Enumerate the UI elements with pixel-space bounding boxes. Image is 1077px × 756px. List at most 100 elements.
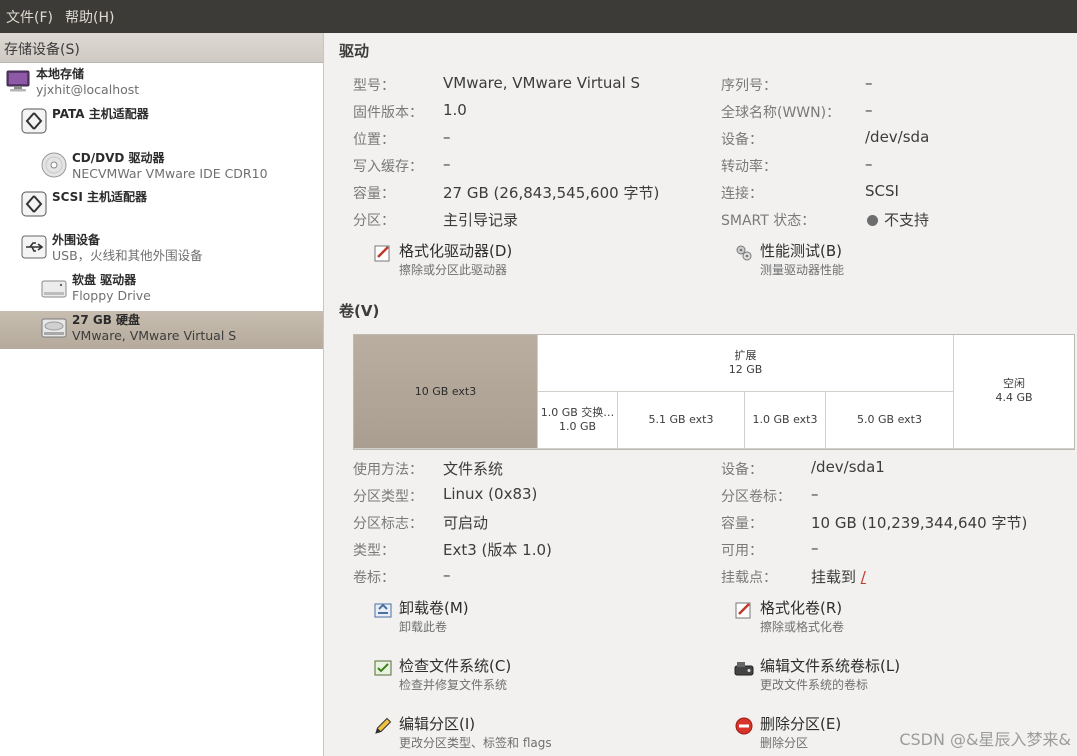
- action-title: 编辑文件系统卷标(L): [760, 657, 901, 675]
- action-title: 编辑分区(I): [399, 715, 476, 733]
- action-desc: 卸载此卷: [399, 620, 448, 634]
- drive-value: –: [443, 155, 451, 173]
- drive-value: VMware, VMware Virtual S: [443, 74, 641, 92]
- drive-label: 写入缓存：: [353, 159, 423, 175]
- benchmark-button[interactable]: 性能测试(B) 测量驱动器性能: [734, 242, 844, 278]
- edit-filesystem-label-button[interactable]: 编辑文件系统卷标(L) 更改文件系统的卷标: [734, 657, 900, 693]
- segment-size: 4.4 GB: [995, 391, 1033, 404]
- action-title: 删除分区(E): [760, 715, 842, 733]
- check-filesystem-button[interactable]: 检查文件系统(C) 检查并修复文件系统: [373, 657, 511, 693]
- sidebar-item-title: 软盘 驱动器: [72, 273, 137, 287]
- volume-segment-sda8[interactable]: 5.0 GB ext3: [826, 392, 954, 449]
- action-title: 格式化卷(R): [760, 599, 843, 617]
- adapter-icon: [21, 108, 47, 134]
- sidebar-item-peripherals[interactable]: 外围设备 USB，火线和其他外围设备: [0, 233, 323, 267]
- segment-size: 12 GB: [728, 363, 763, 376]
- format-drive-button[interactable]: 格式化驱动器(D) 擦除或分区此驱动器: [373, 242, 512, 278]
- drive-label: 型号：: [353, 78, 395, 94]
- volume-value: /dev/sda1: [811, 458, 885, 476]
- volume-label: 设备：: [721, 462, 763, 478]
- volume-label: 使用方法：: [353, 462, 423, 478]
- action-desc: 擦除或分区此驱动器: [399, 263, 508, 277]
- segment-label: 空闲: [1003, 377, 1025, 390]
- volume-label: 类型：: [353, 543, 395, 559]
- mount-point-text: 挂载到: [811, 568, 857, 586]
- drive-value: –: [865, 155, 873, 173]
- drive-value: –: [865, 74, 873, 92]
- volume-value: Ext3 (版本 1.0): [443, 541, 552, 559]
- segment-label: 1.0 GB 交换…: [540, 406, 615, 419]
- volume-label: 分区标志：: [353, 516, 423, 532]
- volume-segment-sda7[interactable]: 1.0 GB ext3: [745, 392, 826, 449]
- storage-sidebar: 存储设备(S) 本地存储 yjxhit@localhost PATA 主机适配器: [0, 33, 324, 756]
- drive-value: 27 GB (26,843,545,600 字节): [443, 184, 660, 202]
- action-title: 格式化驱动器(D): [399, 242, 513, 260]
- action-desc: 检查并修复文件系统: [399, 678, 508, 692]
- format-volume-button[interactable]: 格式化卷(R) 擦除或格式化卷: [734, 599, 844, 635]
- drive-value: –: [443, 128, 451, 146]
- usb-icon: [21, 235, 47, 259]
- action-title: 检查文件系统(C): [399, 657, 512, 675]
- action-desc: 测量驱动器性能: [760, 263, 845, 277]
- sidebar-item-local-storage[interactable]: 本地存储 yjxhit@localhost: [0, 67, 323, 99]
- delete-icon: [735, 717, 753, 735]
- segment-label: 1.0 GB ext3: [752, 413, 818, 426]
- drive-section-title: 驱动: [339, 42, 370, 60]
- unmount-volume-button[interactable]: 卸载卷(M) 卸载此卷: [373, 599, 469, 635]
- volume-label: 挂载点：: [721, 570, 777, 586]
- volume-label: 分区卷标：: [721, 489, 791, 505]
- volume-value: 文件系统: [443, 460, 504, 478]
- volume-label: 容量：: [721, 516, 763, 532]
- action-title: 性能测试(B): [760, 242, 842, 260]
- drive-label: 固件版本：: [353, 105, 423, 121]
- benchmark-icon: [736, 245, 752, 261]
- sidebar-header: 存储设备(S): [0, 33, 323, 63]
- segment-label: 扩展: [734, 349, 757, 362]
- drive-label: 分区：: [353, 213, 395, 229]
- menu-help[interactable]: 帮助(H): [65, 7, 114, 27]
- unmount-icon: [374, 603, 392, 618]
- sidebar-item-subtitle: VMware, VMware Virtual S: [72, 328, 237, 343]
- delete-partition-button[interactable]: 删除分区(E) 删除分区: [734, 715, 841, 751]
- volume-value: –: [811, 539, 819, 557]
- check-filesystem-icon: [374, 660, 392, 676]
- sidebar-item-title: SCSI 主机适配器: [52, 190, 147, 204]
- sidebar-item-subtitle: Floppy Drive: [72, 288, 151, 303]
- volume-segment-extended[interactable]: 扩展 12 GB: [538, 335, 954, 392]
- drive-value: 主引导记录: [443, 211, 519, 229]
- sidebar-item-cdrom[interactable]: CD/DVD 驱动器 NECVMWar VMware IDE CDR10: [0, 151, 323, 185]
- drive-label: 转动率：: [721, 159, 777, 175]
- volume-value: 可启动: [443, 514, 489, 532]
- sidebar-item-title: PATA 主机适配器: [52, 107, 149, 121]
- format-icon: [735, 602, 751, 619]
- volume-segment-free[interactable]: 空闲 4.4 GB: [954, 335, 1074, 449]
- optical-disc-icon: [41, 152, 67, 178]
- volume-segment-sda1[interactable]: 10 GB ext3: [354, 335, 538, 449]
- drive-value: 1.0: [443, 101, 467, 119]
- menubar: 文件(F) 帮助(H): [0, 0, 1077, 33]
- volume-value: –: [811, 485, 819, 503]
- sidebar-item-hard-disk[interactable]: 27 GB 硬盘 VMware, VMware Virtual S: [0, 311, 323, 349]
- sidebar-item-pata-adapter[interactable]: PATA 主机适配器: [0, 107, 323, 141]
- sidebar-item-title: 27 GB 硬盘: [72, 313, 141, 327]
- volume-segment-sda6[interactable]: 5.1 GB ext3: [618, 392, 745, 449]
- hard-disk-icon: [41, 318, 67, 338]
- floppy-drive-icon: [41, 280, 67, 298]
- menu-file[interactable]: 文件(F): [6, 7, 53, 27]
- segment-label: 5.1 GB ext3: [648, 413, 714, 426]
- edit-partition-button[interactable]: 编辑分区(I) 更改分区类型、标签和 flags: [373, 715, 552, 751]
- sidebar-item-floppy[interactable]: 软盘 驱动器 Floppy Drive: [0, 273, 323, 307]
- drive-label: 连接：: [721, 186, 763, 202]
- mount-point-link[interactable]: /: [861, 568, 866, 586]
- smart-status-text: 不支持: [884, 211, 930, 229]
- volume-segment-swap[interactable]: 1.0 GB 交换… 1.0 GB: [538, 392, 618, 449]
- sidebar-item-subtitle: yjxhit@localhost: [36, 82, 140, 97]
- sidebar-item-scsi-adapter[interactable]: SCSI 主机适配器: [0, 190, 323, 224]
- segment-label: 5.0 GB ext3: [857, 413, 922, 426]
- volume-label: 分区类型：: [353, 489, 423, 505]
- format-icon: [374, 245, 390, 262]
- drive-label: 序列号：: [721, 78, 777, 94]
- segment-size: 1.0 GB: [558, 420, 597, 433]
- volume-label: 卷标：: [353, 570, 395, 586]
- action-desc: 删除分区: [760, 736, 809, 750]
